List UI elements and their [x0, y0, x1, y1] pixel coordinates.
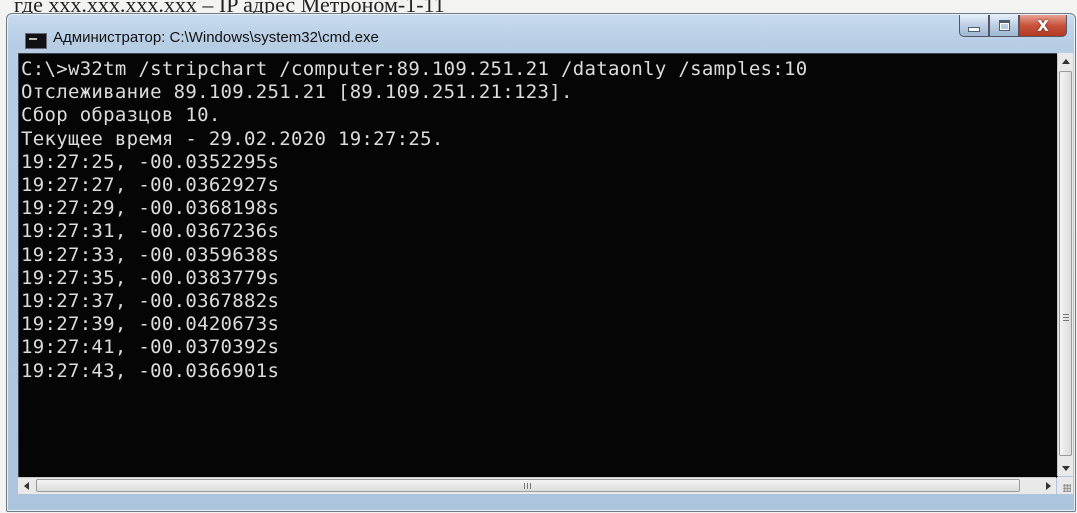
arrow-up-icon [1061, 58, 1070, 64]
console-line: 19:27:39, -00.0420673s [21, 313, 280, 336]
window-title: Администратор: C:\Windows\system32\cmd.e… [53, 29, 379, 46]
arrow-right-icon [1045, 482, 1051, 490]
console-line: 19:27:27, -00.0362927s [21, 174, 280, 197]
caption-buttons: X [959, 15, 1067, 37]
scroll-right-button[interactable] [1040, 478, 1056, 494]
console-line: 19:27:25, -00.0352295s [21, 150, 280, 173]
console-lines: C:\>w32tm /stripchart /computer:89.109.2… [21, 58, 808, 383]
console-output[interactable]: C:\>w32tm /stripchart /computer:89.109.2… [18, 53, 1058, 478]
console-line: Отслеживание 89.109.251.21 [89.109.251.2… [21, 81, 573, 104]
maximize-button[interactable] [989, 15, 1019, 37]
vertical-scroll-thumb[interactable] [1059, 71, 1072, 456]
console-line: 19:27:35, -00.0383779s [21, 266, 280, 289]
console-line: 19:27:29, -00.0368198s [21, 197, 280, 220]
scroll-up-button[interactable] [1058, 53, 1073, 69]
scroll-left-button[interactable] [18, 478, 34, 494]
close-icon: X [1037, 16, 1049, 35]
resize-grip[interactable] [1057, 477, 1073, 494]
arrow-down-icon [1061, 465, 1070, 471]
cmd-window[interactable]: Администратор: C:\Windows\system32\cmd.e… [6, 13, 1076, 512]
console-line: 19:27:41, -00.0370392s [21, 336, 280, 359]
grip-icon [524, 483, 531, 489]
horizontal-scroll-thumb[interactable] [36, 479, 1020, 492]
scroll-down-button[interactable] [1058, 460, 1073, 476]
grip-icon [1063, 314, 1069, 321]
console-line: Сбор образцов 10. [21, 104, 221, 127]
minimize-button[interactable] [959, 15, 989, 37]
horizontal-scrollbar[interactable] [18, 477, 1056, 494]
console-icon[interactable] [25, 33, 47, 49]
console-line: 19:27:43, -00.0366901s [21, 359, 280, 382]
console-line: 19:27:31, -00.0367236s [21, 220, 280, 243]
close-button[interactable]: X [1019, 15, 1067, 37]
arrow-left-icon [23, 482, 29, 490]
vertical-scrollbar[interactable] [1057, 53, 1073, 476]
console-line: 19:27:37, -00.0367882s [21, 290, 280, 313]
console-line: C:\>w32tm /stripchart /computer:89.109.2… [21, 58, 808, 80]
title-bar[interactable]: Администратор: C:\Windows\system32\cmd.e… [7, 14, 1075, 53]
console-line: 19:27:33, -00.0359638s [21, 243, 280, 266]
console-line: Текущее время - 29.02.2020 19:27:25. [21, 127, 444, 150]
